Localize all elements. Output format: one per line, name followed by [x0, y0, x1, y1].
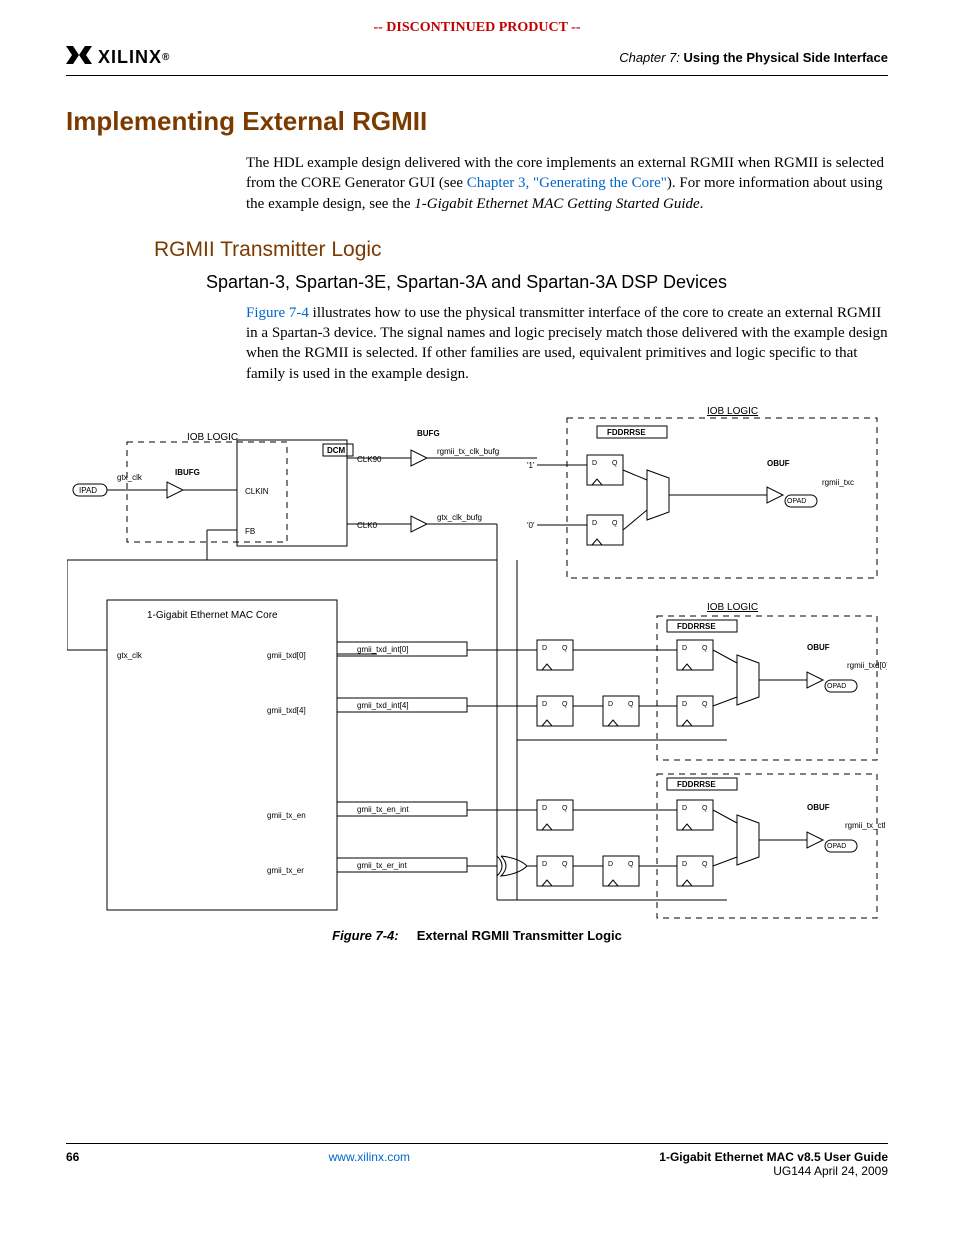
svg-text:gtx_clk_bufg: gtx_clk_bufg [437, 513, 482, 522]
xilinx-logo-icon [66, 46, 92, 69]
page-number: 66 [66, 1150, 79, 1164]
guide-reference: 1-Gigabit Ethernet MAC Getting Started G… [414, 196, 699, 212]
svg-text:FDDRRSE: FDDRRSE [607, 428, 646, 437]
page-footer: 66 www.xilinx.com 1-Gigabit Ethernet MAC… [66, 1143, 888, 1178]
svg-text:OBUF: OBUF [807, 643, 830, 652]
para1-text-c: . [700, 196, 704, 212]
svg-text:gmii_txd[0]: gmii_txd[0] [267, 651, 306, 660]
page-header: XILINX ® Chapter 7: Using the Physical S… [66, 46, 888, 76]
svg-text:gmii_txd_int[0]: gmii_txd_int[0] [357, 645, 409, 654]
chapter-breadcrumb: Chapter 7: Using the Physical Side Inter… [619, 50, 888, 65]
svg-text:IOB LOGIC: IOB LOGIC [707, 406, 758, 417]
svg-text:gmii_tx_er_int: gmii_tx_er_int [357, 861, 408, 870]
svg-text:DCM: DCM [327, 446, 346, 455]
svg-text:rgmii_txc: rgmii_txc [822, 478, 854, 487]
svg-text:gmii_tx_en: gmii_tx_en [267, 811, 306, 820]
svg-text:'1': '1' [527, 461, 535, 470]
svg-text:BUFG: BUFG [417, 429, 440, 438]
section-heading: Implementing External RGMII [66, 106, 888, 137]
svg-text:gmii_txd[4]: gmii_txd[4] [267, 706, 306, 715]
svg-text:CLK90: CLK90 [357, 455, 382, 464]
logo-registered: ® [162, 52, 170, 63]
intro-paragraph: The HDL example design delivered with th… [246, 153, 888, 214]
svg-text:rgmii_txd[0]: rgmii_txd[0] [847, 661, 887, 670]
subsection-heading: RGMII Transmitter Logic [154, 238, 888, 262]
svg-text:FDDRRSE: FDDRRSE [677, 780, 716, 789]
svg-text:FDDRRSE: FDDRRSE [677, 622, 716, 631]
svg-text:CLKIN: CLKIN [245, 487, 269, 496]
chapter-number: Chapter 7: [619, 50, 680, 65]
svg-text:OBUF: OBUF [807, 803, 830, 812]
chapter-title: Using the Physical Side Interface [684, 50, 888, 65]
rgmii-diagram: D Q IOB LOGIC IBUFG IPAD [67, 400, 887, 920]
device-heading: Spartan-3, Spartan-3E, Spartan-3A and Sp… [206, 272, 888, 293]
chapter3-link[interactable]: Chapter 3, "Generating the Core" [467, 175, 667, 191]
svg-text:gtx_clk: gtx_clk [117, 473, 143, 482]
figure-desc-paragraph: Figure 7-4 illustrates how to use the ph… [246, 303, 888, 384]
xilinx-logo: XILINX ® [66, 46, 170, 69]
figure-7-4: D Q IOB LOGIC IBUFG IPAD [66, 400, 888, 943]
svg-text:'0': '0' [527, 521, 535, 530]
logo-text: XILINX [98, 47, 162, 68]
svg-text:1-Gigabit Ethernet MAC Core: 1-Gigabit Ethernet MAC Core [147, 610, 278, 621]
figure-link[interactable]: Figure 7-4 [246, 305, 309, 321]
svg-text:IOB LOGIC: IOB LOGIC [187, 432, 238, 443]
figure-caption: Figure 7-4: External RGMII Transmitter L… [66, 928, 888, 943]
discontinued-banner: -- DISCONTINUED PRODUCT -- [66, 20, 888, 36]
svg-text:IBUFG: IBUFG [175, 468, 200, 477]
svg-text:gmii_tx_er: gmii_tx_er [267, 866, 304, 875]
figure-title: External RGMII Transmitter Logic [417, 928, 622, 943]
para2-rest: illustrates how to use the physical tran… [246, 305, 888, 382]
svg-text:FB: FB [245, 527, 255, 536]
svg-text:gmii_txd_int[4]: gmii_txd_int[4] [357, 701, 409, 710]
svg-text:rgmii_tx_ctl: rgmii_tx_ctl [845, 821, 886, 830]
svg-text:OPAD: OPAD [787, 498, 806, 505]
footer-doc-id: UG144 April 24, 2009 [659, 1164, 888, 1178]
figure-label: Figure 7-4: [332, 928, 398, 943]
svg-text:gmii_tx_en_int: gmii_tx_en_int [357, 805, 409, 814]
svg-text:OPAD: OPAD [827, 683, 846, 690]
footer-url-link[interactable]: www.xilinx.com [329, 1150, 410, 1164]
svg-text:CLK0: CLK0 [357, 521, 378, 530]
svg-text:gtx_clk: gtx_clk [117, 651, 143, 660]
svg-text:OPAD: OPAD [827, 843, 846, 850]
svg-text:IOB LOGIC: IOB LOGIC [707, 602, 758, 613]
svg-text:OBUF: OBUF [767, 459, 790, 468]
footer-guide-title: 1-Gigabit Ethernet MAC v8.5 User Guide [659, 1150, 888, 1164]
svg-text:IPAD: IPAD [79, 486, 97, 495]
svg-text:rgmii_tx_clk_bufg: rgmii_tx_clk_bufg [437, 447, 499, 456]
